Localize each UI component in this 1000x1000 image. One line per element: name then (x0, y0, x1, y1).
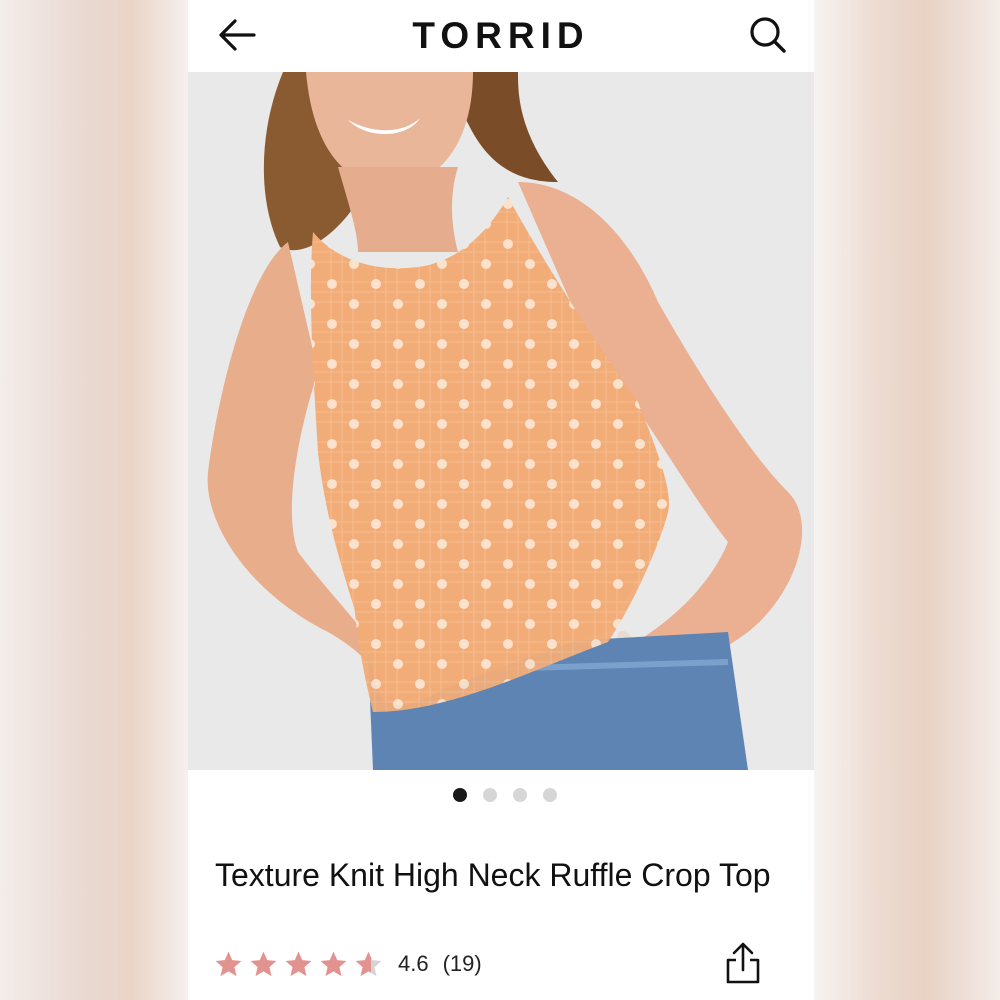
brand-logo[interactable]: TORRID (412, 15, 589, 57)
star-full-icon (320, 951, 347, 976)
product-page: TORRID Texture Knit High Neck Ruffle Cro… (188, 0, 814, 1000)
review-count[interactable]: (19) (443, 951, 482, 977)
star-partial-icon (355, 951, 382, 976)
star-full-icon (215, 951, 242, 976)
star-rating (213, 949, 384, 980)
arrow-left-icon (219, 19, 256, 51)
carousel-dot-4[interactable] (543, 788, 557, 802)
star-full-icon (250, 951, 277, 976)
share-button[interactable] (722, 940, 764, 986)
carousel-dot-1[interactable] (453, 788, 467, 802)
header: TORRID (188, 0, 814, 72)
carousel-dot-3[interactable] (513, 788, 527, 802)
product-title: Texture Knit High Neck Ruffle Crop Top (215, 857, 771, 893)
product-image[interactable] (188, 72, 814, 770)
model-photo (188, 72, 814, 770)
star-full-icon (285, 951, 312, 976)
blurred-background-right (814, 0, 1000, 1000)
search-icon (750, 17, 786, 53)
search-button[interactable] (748, 14, 788, 54)
blurred-background-left (0, 0, 188, 1000)
share-icon (726, 942, 760, 984)
carousel-dot-2[interactable] (483, 788, 497, 802)
rating-summary[interactable]: 4.6 (19) (213, 946, 482, 982)
back-button[interactable] (218, 16, 258, 56)
rating-value: 4.6 (398, 951, 429, 976)
carousel-pagination (188, 788, 814, 808)
